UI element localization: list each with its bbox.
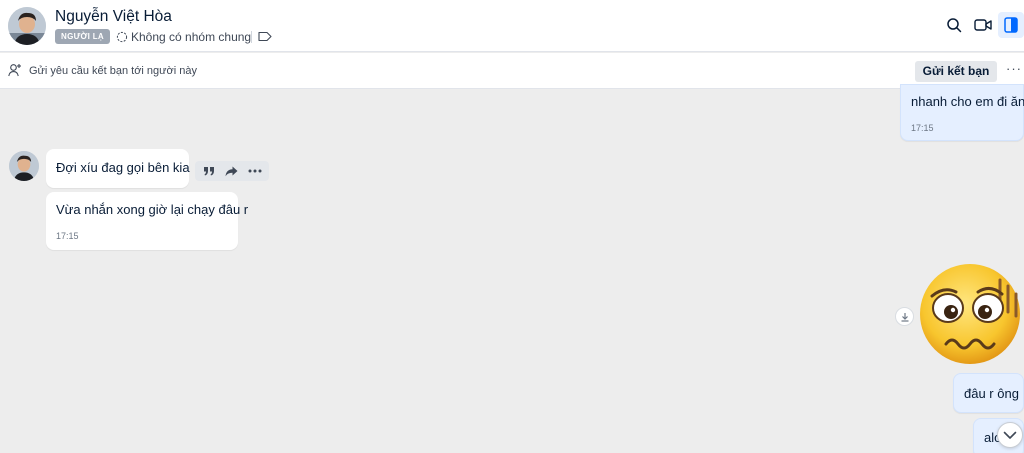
common-groups[interactable]: Không có nhóm chung bbox=[116, 29, 251, 45]
message-bubble[interactable]: Vừa nhắn xong giờ lại chạy đâu r 17:15 bbox=[46, 192, 248, 250]
side-panel-icon bbox=[1004, 17, 1018, 33]
more-actions-button[interactable] bbox=[245, 162, 265, 180]
message-bubble[interactable]: Đợi xíu đag gọi bên kia bbox=[46, 149, 190, 188]
download-icon bbox=[901, 312, 908, 322]
more-options-button[interactable]: ··· bbox=[1004, 62, 1024, 80]
send-friend-request-button[interactable]: Gửi kết bạn bbox=[915, 61, 997, 82]
scroll-to-bottom-button[interactable] bbox=[997, 422, 1023, 448]
friend-request-bar: Gửi yêu cầu kết bạn tới người này Gửi kế… bbox=[0, 53, 1024, 89]
friend-request-text: Gửi yêu cầu kết bạn tới người này bbox=[29, 65, 197, 77]
message-text: Đợi xíu đag gọi bên kia bbox=[56, 160, 190, 175]
message-bubble[interactable]: đâu r ông bbox=[953, 373, 1024, 413]
add-friend-icon bbox=[8, 64, 21, 77]
more-options-icon bbox=[248, 169, 262, 173]
contact-avatar[interactable] bbox=[8, 7, 46, 45]
divider bbox=[251, 31, 252, 43]
sender-avatar[interactable] bbox=[9, 151, 39, 181]
group-icon bbox=[116, 31, 128, 43]
chat-header: Nguyễn Việt Hòa NGƯỜI LẠ Không có nhóm c… bbox=[0, 0, 1024, 52]
chevron-down-icon bbox=[1003, 431, 1017, 439]
conversation-info-button[interactable] bbox=[998, 12, 1024, 38]
quote-icon bbox=[204, 167, 215, 176]
forward-button[interactable] bbox=[222, 162, 242, 180]
message-text: nhanh cho em đi ăn bbox=[911, 94, 1024, 109]
worried-face-sticker[interactable] bbox=[916, 260, 1024, 368]
download-sticker-button[interactable] bbox=[895, 307, 914, 326]
tag-icon[interactable] bbox=[258, 31, 272, 42]
quote-button[interactable] bbox=[199, 162, 219, 180]
search-button[interactable] bbox=[941, 12, 967, 38]
forward-icon bbox=[225, 166, 238, 176]
common-groups-label: Không có nhóm chung bbox=[131, 30, 252, 44]
video-call-button[interactable] bbox=[970, 12, 996, 38]
message-text: đâu r ông bbox=[964, 386, 1019, 401]
message-time: 17:15 bbox=[56, 231, 79, 241]
message-text: Vừa nhắn xong giờ lại chạy đâu r bbox=[56, 202, 249, 217]
contact-name[interactable]: Nguyễn Việt Hòa bbox=[55, 8, 172, 26]
search-icon bbox=[947, 18, 962, 33]
video-call-icon bbox=[974, 19, 992, 31]
stranger-badge: NGƯỜI LẠ bbox=[55, 29, 110, 44]
message-actions bbox=[195, 161, 269, 181]
message-bubble[interactable]: nhanh cho em đi ăn 17:15 bbox=[900, 84, 1024, 141]
message-time: 17:15 bbox=[911, 123, 934, 133]
